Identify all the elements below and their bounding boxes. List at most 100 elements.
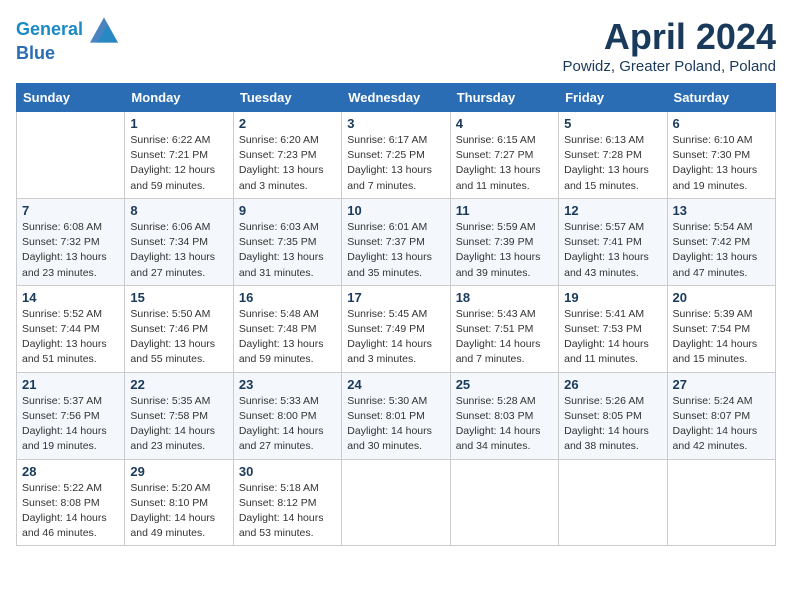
day-info: Sunrise: 6:13 AM Sunset: 7:28 PM Dayligh…	[564, 133, 661, 194]
day-number: 11	[456, 203, 553, 218]
week-row-5: 28 Sunrise: 5:22 AM Sunset: 8:08 PM Dayli…	[17, 459, 776, 546]
day-cell: 4 Sunrise: 6:15 AM Sunset: 7:27 PM Daylig…	[450, 112, 558, 199]
day-number: 5	[564, 116, 661, 131]
day-number: 30	[239, 464, 336, 479]
day-number: 9	[239, 203, 336, 218]
title-area: April 2024 Powidz, Greater Poland, Polan…	[563, 16, 776, 75]
day-info: Sunrise: 5:52 AM Sunset: 7:44 PM Dayligh…	[22, 307, 119, 368]
day-number: 21	[22, 377, 119, 392]
day-number: 12	[564, 203, 661, 218]
day-cell: 1Sunrise: 6:22 AM Sunset: 7:21 PM Daylig…	[125, 112, 233, 199]
day-number: 22	[130, 377, 227, 392]
weekday-header-sunday: Sunday	[17, 84, 125, 112]
month-title: April 2024	[563, 16, 776, 58]
day-info: Sunrise: 5:18 AM Sunset: 8:12 PM Dayligh…	[239, 481, 336, 542]
day-cell: 9 Sunrise: 6:03 AM Sunset: 7:35 PM Daylig…	[233, 198, 341, 285]
day-cell	[342, 459, 450, 546]
day-cell: 7 Sunrise: 6:08 AM Sunset: 7:32 PM Daylig…	[17, 198, 125, 285]
day-info: Sunrise: 6:03 AM Sunset: 7:35 PM Dayligh…	[239, 220, 336, 281]
day-cell: 24 Sunrise: 5:30 AM Sunset: 8:01 PM Dayli…	[342, 372, 450, 459]
day-cell	[17, 112, 125, 199]
day-info: Sunrise: 5:39 AM Sunset: 7:54 PM Dayligh…	[673, 307, 770, 368]
day-number: 7	[22, 203, 119, 218]
day-info: Sunrise: 5:43 AM Sunset: 7:51 PM Dayligh…	[456, 307, 553, 368]
day-info: Sunrise: 6:17 AM Sunset: 7:25 PM Dayligh…	[347, 133, 444, 194]
day-info: Sunrise: 5:33 AM Sunset: 8:00 PM Dayligh…	[239, 394, 336, 455]
day-number: 27	[673, 377, 770, 392]
day-info: Sunrise: 5:22 AM Sunset: 8:08 PM Dayligh…	[22, 481, 119, 542]
day-number: 25	[456, 377, 553, 392]
day-info: Sunrise: 5:20 AM Sunset: 8:10 PM Dayligh…	[130, 481, 227, 542]
day-cell: 8Sunrise: 6:06 AM Sunset: 7:34 PM Daylig…	[125, 198, 233, 285]
weekday-header-friday: Friday	[559, 84, 667, 112]
day-info: Sunrise: 5:48 AM Sunset: 7:48 PM Dayligh…	[239, 307, 336, 368]
logo-text: General	[16, 16, 118, 44]
logo-blue: Blue	[16, 44, 118, 64]
weekday-header-monday: Monday	[125, 84, 233, 112]
day-info: Sunrise: 6:20 AM Sunset: 7:23 PM Dayligh…	[239, 133, 336, 194]
week-row-4: 21 Sunrise: 5:37 AM Sunset: 7:56 PM Dayli…	[17, 372, 776, 459]
weekday-header-row: SundayMondayTuesdayWednesdayThursdayFrid…	[17, 84, 776, 112]
day-cell: 5 Sunrise: 6:13 AM Sunset: 7:28 PM Daylig…	[559, 112, 667, 199]
day-info: Sunrise: 5:30 AM Sunset: 8:01 PM Dayligh…	[347, 394, 444, 455]
day-info: Sunrise: 6:01 AM Sunset: 7:37 PM Dayligh…	[347, 220, 444, 281]
day-cell: 14Sunrise: 5:52 AM Sunset: 7:44 PM Dayli…	[17, 285, 125, 372]
day-number: 29	[130, 464, 227, 479]
day-cell: 26Sunrise: 5:26 AM Sunset: 8:05 PM Dayli…	[559, 372, 667, 459]
day-cell	[667, 459, 775, 546]
day-info: Sunrise: 6:15 AM Sunset: 7:27 PM Dayligh…	[456, 133, 553, 194]
day-info: Sunrise: 5:59 AM Sunset: 7:39 PM Dayligh…	[456, 220, 553, 281]
day-cell: 15 Sunrise: 5:50 AM Sunset: 7:46 PM Dayli…	[125, 285, 233, 372]
calendar-table: SundayMondayTuesdayWednesdayThursdayFrid…	[16, 83, 776, 546]
day-number: 13	[673, 203, 770, 218]
day-number: 1	[130, 116, 227, 131]
day-info: Sunrise: 5:35 AM Sunset: 7:58 PM Dayligh…	[130, 394, 227, 455]
day-cell: 17Sunrise: 5:45 AM Sunset: 7:49 PM Dayli…	[342, 285, 450, 372]
day-number: 28	[22, 464, 119, 479]
day-info: Sunrise: 5:50 AM Sunset: 7:46 PM Dayligh…	[130, 307, 227, 368]
day-number: 17	[347, 290, 444, 305]
week-row-2: 7 Sunrise: 6:08 AM Sunset: 7:32 PM Daylig…	[17, 198, 776, 285]
day-info: Sunrise: 5:37 AM Sunset: 7:56 PM Dayligh…	[22, 394, 119, 455]
day-cell: 11 Sunrise: 5:59 AM Sunset: 7:39 PM Dayli…	[450, 198, 558, 285]
day-cell: 20 Sunrise: 5:39 AM Sunset: 7:54 PM Dayli…	[667, 285, 775, 372]
day-cell	[450, 459, 558, 546]
day-info: Sunrise: 6:06 AM Sunset: 7:34 PM Dayligh…	[130, 220, 227, 281]
page-header: General Blue April 2024 Powidz, Greater …	[16, 16, 776, 75]
day-number: 18	[456, 290, 553, 305]
day-info: Sunrise: 5:57 AM Sunset: 7:41 PM Dayligh…	[564, 220, 661, 281]
day-info: Sunrise: 6:10 AM Sunset: 7:30 PM Dayligh…	[673, 133, 770, 194]
day-cell: 23 Sunrise: 5:33 AM Sunset: 8:00 PM Dayli…	[233, 372, 341, 459]
day-info: Sunrise: 5:41 AM Sunset: 7:53 PM Dayligh…	[564, 307, 661, 368]
day-number: 16	[239, 290, 336, 305]
day-number: 24	[347, 377, 444, 392]
day-number: 23	[239, 377, 336, 392]
day-number: 26	[564, 377, 661, 392]
day-number: 3	[347, 116, 444, 131]
day-cell: 13 Sunrise: 5:54 AM Sunset: 7:42 PM Dayli…	[667, 198, 775, 285]
week-row-1: 1Sunrise: 6:22 AM Sunset: 7:21 PM Daylig…	[17, 112, 776, 199]
day-cell: 29 Sunrise: 5:20 AM Sunset: 8:10 PM Dayli…	[125, 459, 233, 546]
logo: General Blue	[16, 16, 118, 64]
weekday-header-wednesday: Wednesday	[342, 84, 450, 112]
day-number: 20	[673, 290, 770, 305]
day-info: Sunrise: 5:54 AM Sunset: 7:42 PM Dayligh…	[673, 220, 770, 281]
day-number: 6	[673, 116, 770, 131]
day-cell: 6 Sunrise: 6:10 AM Sunset: 7:30 PM Daylig…	[667, 112, 775, 199]
day-info: Sunrise: 5:28 AM Sunset: 8:03 PM Dayligh…	[456, 394, 553, 455]
day-cell: 19Sunrise: 5:41 AM Sunset: 7:53 PM Dayli…	[559, 285, 667, 372]
day-cell: 2 Sunrise: 6:20 AM Sunset: 7:23 PM Daylig…	[233, 112, 341, 199]
day-info: Sunrise: 6:08 AM Sunset: 7:32 PM Dayligh…	[22, 220, 119, 281]
weekday-header-saturday: Saturday	[667, 84, 775, 112]
day-cell: 21 Sunrise: 5:37 AM Sunset: 7:56 PM Dayli…	[17, 372, 125, 459]
day-cell: 30 Sunrise: 5:18 AM Sunset: 8:12 PM Dayli…	[233, 459, 341, 546]
day-cell: 22 Sunrise: 5:35 AM Sunset: 7:58 PM Dayli…	[125, 372, 233, 459]
location: Powidz, Greater Poland, Poland	[563, 58, 776, 75]
day-number: 2	[239, 116, 336, 131]
day-cell: 27Sunrise: 5:24 AM Sunset: 8:07 PM Dayli…	[667, 372, 775, 459]
day-cell: 12 Sunrise: 5:57 AM Sunset: 7:41 PM Dayli…	[559, 198, 667, 285]
day-cell: 25 Sunrise: 5:28 AM Sunset: 8:03 PM Dayli…	[450, 372, 558, 459]
day-number: 15	[130, 290, 227, 305]
day-cell	[559, 459, 667, 546]
day-number: 4	[456, 116, 553, 131]
